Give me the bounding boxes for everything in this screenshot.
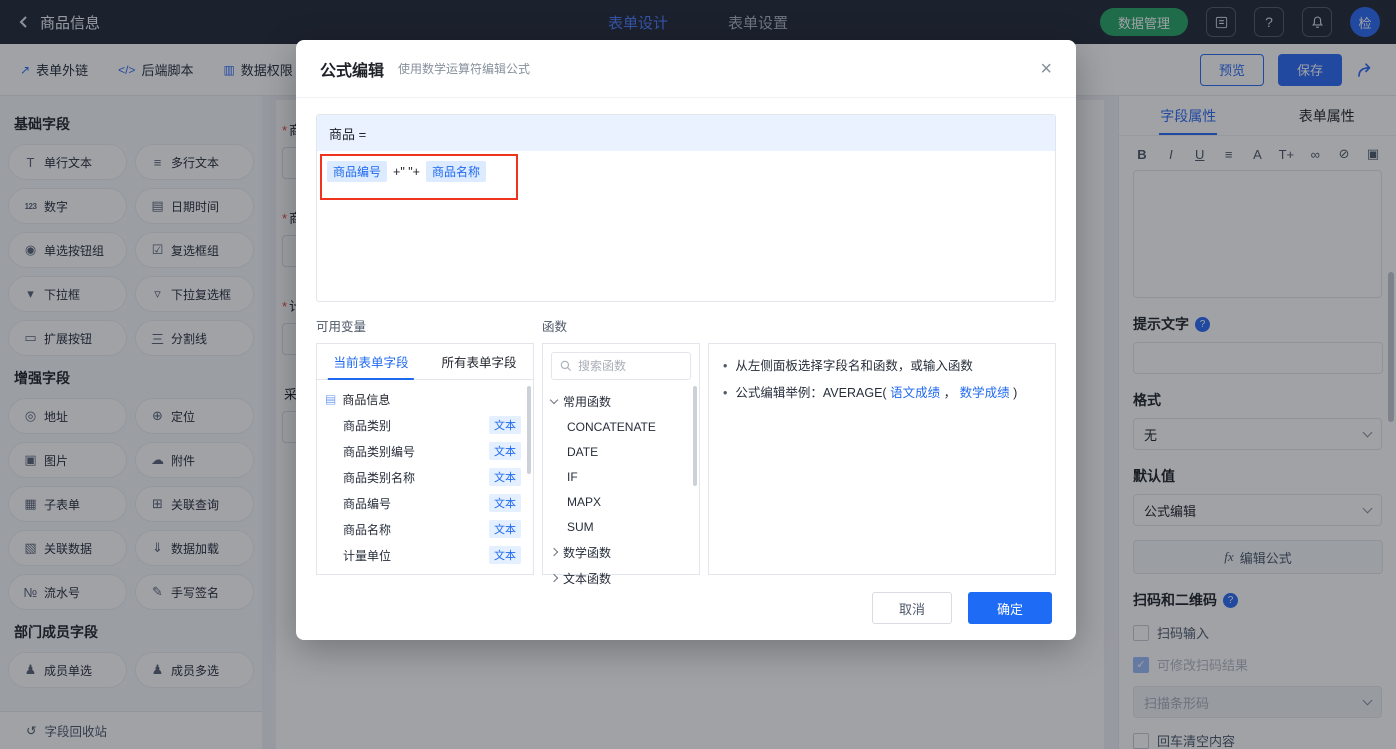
variable-row[interactable]: 商品类别名称 文本 [317,464,533,490]
variable-row[interactable]: 商品类别编号 文本 [317,438,533,464]
functions-label: 函数 [542,320,568,334]
variable-row[interactable]: 商品名称 文本 [317,516,533,542]
variable-name: 商品类别 [343,418,392,433]
function-group-label: 数学函数 [563,545,612,560]
function-item[interactable]: IF [543,464,699,489]
function-search-input[interactable] [578,359,678,373]
variable-name: 商品类别名称 [343,470,416,485]
dialog-title: 公式编辑 [320,62,385,80]
cancel-button[interactable]: 取消 [872,592,952,624]
close-icon[interactable]: × [1040,59,1052,79]
variable-row[interactable]: 计量单位 文本 [317,542,533,568]
type-badge: 文本 [489,520,521,538]
help-example: 公式编辑举例：AVERAGE( 语文成绩 ， 数学成绩 ) [735,383,1017,404]
function-group-common[interactable]: 常用函数 [543,388,699,414]
variable-name: 商品编号 [343,496,392,511]
confirm-button[interactable]: 确定 [968,592,1052,624]
variables-scrollbar[interactable] [527,386,531,474]
type-badge: 文本 [489,494,521,512]
tab-current-form-fields[interactable]: 当前表单字段 [317,344,425,379]
help-example-comma: ， [943,386,957,401]
type-badge: 文本 [489,546,521,564]
search-icon [560,360,572,372]
formula-editor-dialog: 公式编辑 使用数学运算符编辑公式 × 商品 = 商品编号 +" "+ 商品名称 … [296,40,1076,640]
variable-name: 商品名称 [343,522,392,537]
formula-field-chip[interactable]: 商品名称 [425,161,486,182]
formula-operator: +" "+ [393,164,420,179]
document-icon: ▤ [325,392,337,406]
function-group-math[interactable]: 数学函数 [543,539,699,565]
variable-group-label: 商品信息 [342,392,391,407]
variable-row[interactable]: 商品编号 文本 [317,490,533,516]
tab-all-form-fields[interactable]: 所有表单字段 [425,344,533,379]
type-badge: 文本 [489,416,521,434]
help-example-suffix: ) [1013,386,1018,401]
function-item[interactable]: DATE [543,439,699,464]
formula-help-panel: • 从左侧面板选择字段名和函数，或输入函数 • 公式编辑举例：AVERAGE( … [708,343,1056,575]
chevron-down-icon [549,395,559,404]
function-item[interactable]: CONCATENATE [543,414,699,439]
variable-name: 计量单位 [343,548,392,563]
formula-field-chip[interactable]: 商品编号 [327,161,388,182]
example-field-chinese: 语文成绩 [890,386,941,401]
example-field-math: 数学成绩 [959,386,1010,401]
formula-target: 商品 = [317,115,1055,151]
functions-panel: 常用函数 CONCATENATE DATE IF MAPX SUM 数学函数 文… [542,343,700,586]
variables-label: 可用变量 [316,320,367,334]
dialog-subtitle: 使用数学运算符编辑公式 [398,62,531,76]
help-example-prefix: 公式编辑举例：AVERAGE( [735,386,887,401]
formula-input-area[interactable]: 商品编号 +" "+ 商品名称 [317,151,1055,301]
type-badge: 文本 [489,442,521,460]
bullet-icon: • [723,386,728,401]
function-search [551,352,691,380]
function-group-label: 常用函数 [563,394,612,409]
variable-row[interactable]: 商品类别 文本 [317,412,533,438]
function-item[interactable]: MAPX [543,489,699,514]
variables-panel: 当前表单字段 所有表单字段 ▤ 商品信息 商品类别 文本 商品类别编号 文本 商品类… [316,343,534,575]
bullet-icon: • [723,359,728,373]
help-text: 从左侧面板选择字段名和函数，或输入函数 [735,359,973,373]
functions-scrollbar[interactable] [693,386,697,486]
type-badge: 文本 [489,468,521,486]
variable-name: 商品类别编号 [343,444,416,459]
function-item[interactable]: SUM [543,514,699,539]
chevron-right-icon [549,547,559,557]
formula-editor-box: 商品 = 商品编号 +" "+ 商品名称 [316,114,1056,302]
variable-group-row[interactable]: ▤ 商品信息 [317,386,533,412]
